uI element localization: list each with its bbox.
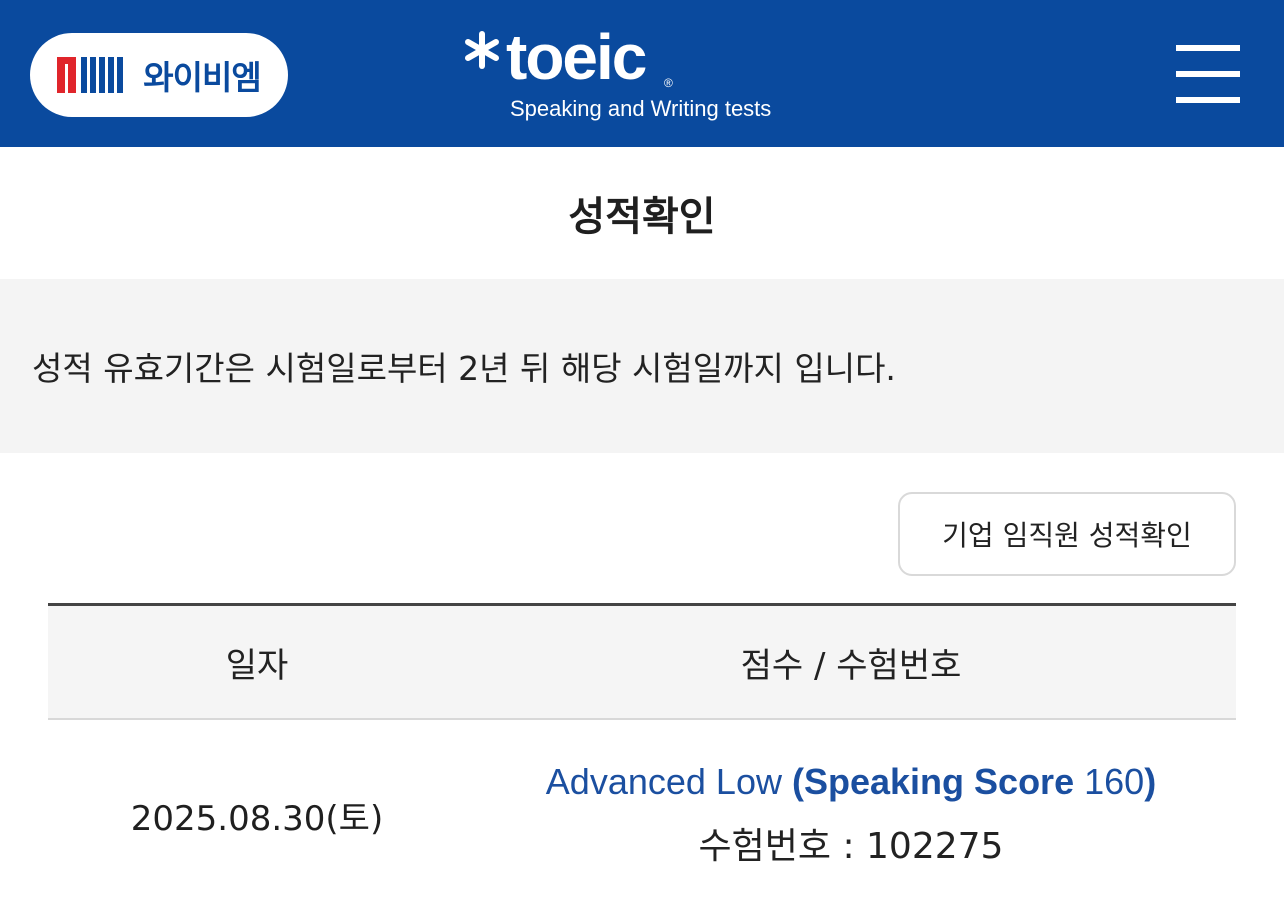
corporate-score-check-button[interactable]: 기업 임직원 성적확인 — [898, 492, 1236, 576]
hamburger-icon — [1176, 45, 1240, 51]
paren-open: ( — [791, 761, 804, 802]
toeic-logo[interactable]: toeic ® Speaking and Writing tests — [462, 21, 842, 134]
validity-notice: 성적 유효기간은 시험일로부터 2년 뒤 해당 시험일까지 입니다. — [0, 279, 1284, 453]
app-header: 와이비엠 toeic ® Speaking and Writing tests — [0, 0, 1284, 147]
validity-notice-text: 성적 유효기간은 시험일로부터 2년 뒤 해당 시험일까지 입니다. — [32, 349, 896, 388]
exam-date: 2025.08.30(토) — [130, 798, 384, 839]
exam-number-label: 수험번호 : — [698, 826, 867, 867]
paren-close: ) — [1144, 761, 1157, 802]
score-label: Speaking Score — [803, 761, 1075, 802]
score-level: Advanced Low — [545, 761, 782, 802]
hamburger-menu-button[interactable] — [1176, 45, 1240, 103]
hamburger-icon — [1176, 71, 1240, 77]
toeic-wordmark: toeic — [506, 21, 647, 93]
page-title: 성적확인 — [568, 194, 716, 240]
score-table: 일자 점수 / 수험번호 2025.08.30(토) Advanced Low … — [48, 603, 1236, 910]
ybm-logo[interactable]: 와이비엠 — [30, 33, 288, 117]
score-line[interactable]: Advanced Low (Speaking Score 160) — [466, 761, 1236, 803]
toeic-subtitle: Speaking and Writing tests — [510, 96, 772, 121]
column-header-score: 점수 / 수험번호 — [740, 645, 962, 686]
exam-number-line: 수험번호 : 102275 — [466, 817, 1236, 869]
ybm-mark-icon — [57, 57, 124, 93]
table-header: 일자 점수 / 수험번호 — [48, 603, 1236, 720]
column-header-date: 일자 — [225, 645, 289, 686]
score-cell: Advanced Low (Speaking Score 160) 수험번호 :… — [466, 761, 1236, 869]
ybm-logo-text: 와이비엠 — [143, 58, 261, 97]
registered-mark: ® — [664, 76, 673, 90]
score-value: 160 — [1084, 761, 1145, 802]
hamburger-icon — [1176, 97, 1240, 103]
exam-number: 102275 — [866, 826, 1004, 867]
asterisk-icon — [465, 31, 499, 69]
table-row[interactable]: 2025.08.30(토) Advanced Low (Speaking Sco… — [48, 720, 1236, 910]
